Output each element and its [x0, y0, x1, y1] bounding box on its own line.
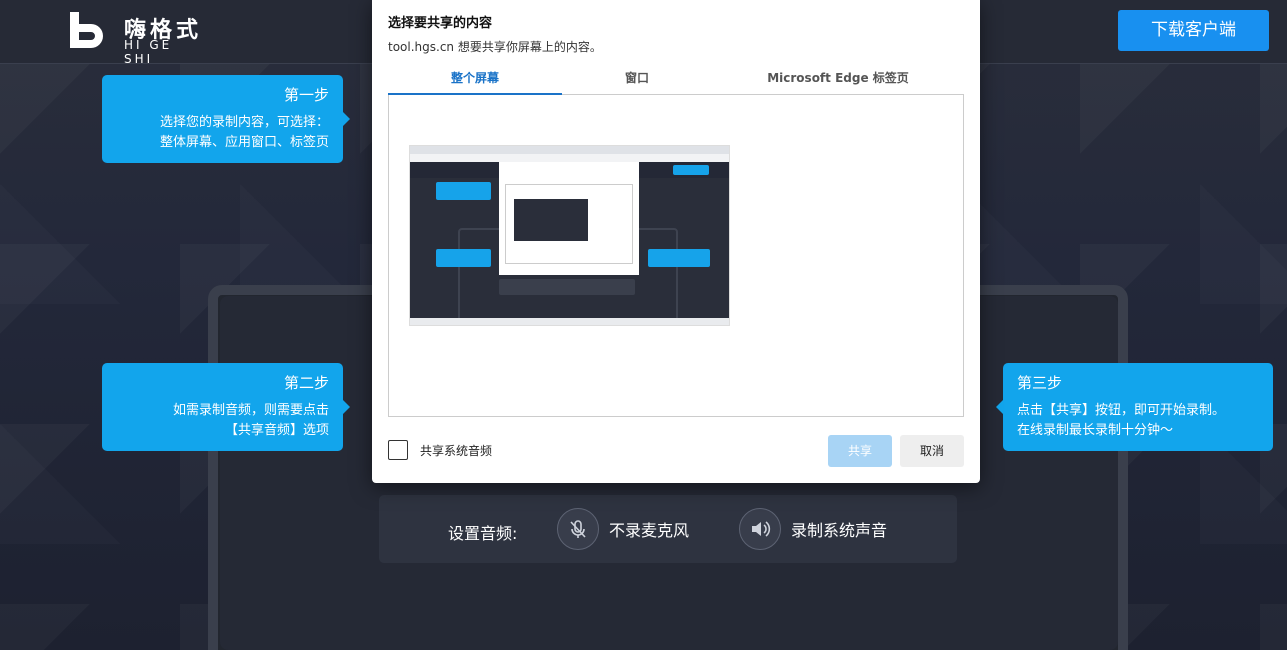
audio-settings-label: 设置音频:: [448, 524, 518, 543]
tip-step-3-line1: 点击【共享】按钮，即可开始录制。: [1017, 403, 1226, 418]
download-client-button[interactable]: 下载客户端: [1118, 10, 1269, 51]
tip-step-1-line2: 整体屏幕、应用窗口、标签页: [159, 135, 329, 150]
share-button[interactable]: 共享: [828, 435, 892, 467]
mic-toggle[interactable]: 不录麦克风: [557, 507, 689, 551]
screen-thumbnail[interactable]: [409, 145, 730, 326]
thumb-tip: [436, 249, 491, 267]
thumb-browser-tabs: [410, 146, 729, 154]
speaker-icon: [739, 508, 781, 550]
tip-step-3-title: 第三步: [1017, 374, 1063, 392]
screen-preview-panel: [388, 95, 964, 417]
tip-step-1: 第一步 选择您的录制内容，可选择： 整体屏幕、应用窗口、标签页: [102, 75, 350, 163]
tab-entire-screen[interactable]: 整个屏幕: [388, 64, 562, 95]
thumb-audio-bar: [499, 279, 635, 295]
tip-step-3: 第三步 点击【共享】按钮，即可开始录制。 在线录制最长录制十分钟～: [996, 363, 1273, 451]
tip-step-1-line1: 选择您的录制内容，可选择：: [159, 115, 329, 130]
dialog-title: 选择要共享的内容: [388, 16, 493, 31]
tab-edge-tab[interactable]: Microsoft Edge 标签页: [712, 64, 964, 95]
tip-step-2-line1: 如需录制音频，则需要点击: [172, 403, 329, 418]
share-screen-dialog: 选择要共享的内容 tool.hgs.cn 想要共享你屏幕上的内容。 整个屏幕 窗…: [372, 0, 980, 483]
share-audio-label: 共享系统音频: [420, 444, 493, 458]
cancel-button[interactable]: 取消: [900, 435, 964, 467]
system-audio-label: 录制系统声音: [791, 521, 888, 540]
system-audio-toggle[interactable]: 录制系统声音: [739, 507, 887, 551]
share-audio-checkbox[interactable]: [388, 440, 408, 460]
tab-window[interactable]: 窗口: [562, 64, 712, 95]
thumb-dialog: [499, 162, 639, 275]
thumb-taskbar: [410, 318, 729, 325]
tip-step-3-line2: 在线录制最长录制十分钟～: [1017, 423, 1174, 438]
dialog-subtitle: tool.hgs.cn 想要共享你屏幕上的内容。: [388, 40, 602, 54]
mic-toggle-label: 不录麦克风: [609, 521, 690, 540]
logo[interactable]: 嗨格式 HI GE SHI: [68, 10, 208, 66]
tip-step-1-title: 第一步: [283, 86, 329, 104]
audio-settings-bar: 设置音频: 不录麦克风 录制系统声音: [379, 495, 957, 563]
tip-step-2-title: 第二步: [283, 374, 329, 392]
tip-step-2: 第二步 如需录制音频，则需要点击 【共享音频】选项: [102, 363, 350, 451]
logo-mark-icon: [70, 12, 103, 48]
thumb-dialog-preview: [505, 184, 633, 264]
thumb-tip: [436, 182, 491, 200]
thumb-tip: [648, 249, 710, 267]
logo-text-en: HI GE SHI: [124, 38, 173, 66]
mic-off-icon: [557, 508, 599, 550]
thumb-download-button: [673, 165, 709, 175]
tip-step-2-line2: 【共享音频】选项: [224, 423, 329, 438]
thumb-nested-preview: [514, 199, 588, 241]
share-tabs: 整个屏幕 窗口 Microsoft Edge 标签页: [388, 64, 964, 95]
thumb-address-bar: [410, 154, 729, 162]
